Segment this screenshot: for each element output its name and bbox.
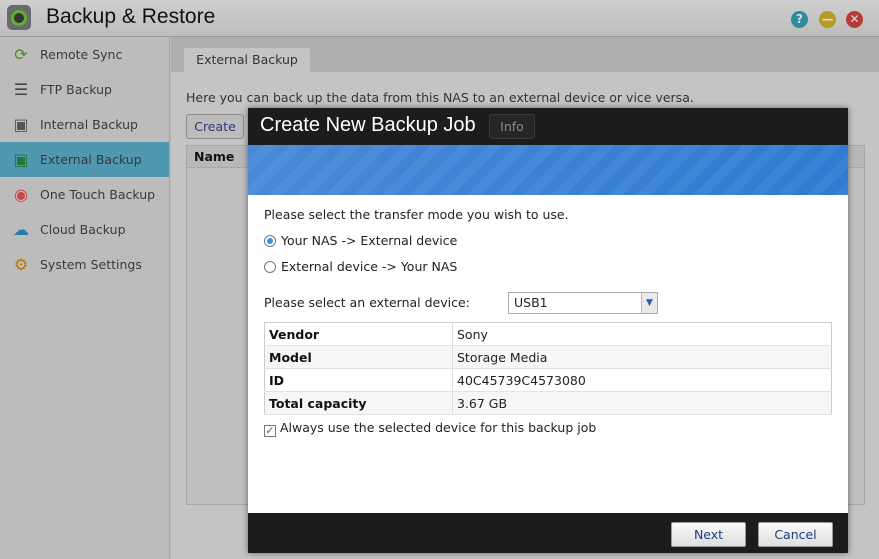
radio-selected[interactable] — [264, 235, 276, 247]
sidebar-item-ftp-backup[interactable]: ☰ FTP Backup — [0, 72, 169, 107]
sidebar-item-label: Remote Sync — [40, 47, 123, 62]
sidebar-item-label: FTP Backup — [40, 82, 112, 97]
create-button[interactable]: Create — [186, 114, 244, 139]
checkbox-label: Always use the selected device for this … — [280, 420, 597, 435]
device-select[interactable]: USB1 ▼ — [508, 292, 658, 314]
table-row: Model Storage Media — [264, 345, 832, 369]
table-row: ID 40C45739C4573080 — [264, 368, 832, 392]
row-value: 40C45739C4573080 — [452, 368, 832, 392]
sidebar: ⟳ Remote Sync ☰ FTP Backup ▣ Internal Backu… — [0, 37, 170, 559]
sidebar-item-external-backup[interactable]: ▣ External Backup — [0, 142, 169, 177]
sidebar-item-one-touch-backup[interactable]: ◉ One Touch Backup — [0, 177, 169, 212]
info-button[interactable]: Info — [489, 114, 535, 139]
row-key: Vendor — [264, 322, 453, 346]
device-info-table: Vendor Sony Model Storage Media ID 40C45739… — [264, 322, 832, 415]
dialog-title: Create New Backup Job — [248, 108, 848, 145]
app-logo-icon — [7, 5, 31, 30]
sync-icon: ⟳ — [14, 45, 28, 64]
sidebar-item-internal-backup[interactable]: ▣ Internal Backup — [0, 107, 169, 142]
sidebar-item-remote-sync[interactable]: ⟳ Remote Sync — [0, 37, 169, 72]
gear-icon: ⚙ — [13, 255, 29, 274]
help-icon[interactable]: ? — [791, 11, 808, 28]
radio-label: Your NAS -> External device — [281, 233, 458, 248]
ftp-icon: ☰ — [13, 80, 29, 99]
sidebar-item-cloud-backup[interactable]: ☁ Cloud Backup — [0, 212, 169, 247]
device-label: Please select an external device: — [264, 295, 470, 310]
table-row: Vendor Sony — [264, 322, 832, 346]
next-button[interactable]: Next — [671, 522, 746, 547]
table-row: Total capacity 3.67 GB — [264, 391, 832, 415]
external-drive-icon: ▣ — [13, 150, 29, 169]
cancel-button[interactable]: Cancel — [758, 522, 833, 547]
row-value: Storage Media — [452, 345, 832, 369]
dialog-footer: Next Cancel — [248, 513, 848, 553]
create-backup-job-dialog: Create New Backup Job Please select the … — [248, 108, 848, 553]
one-touch-icon: ◉ — [14, 185, 28, 204]
tab-external-backup[interactable]: External Backup — [183, 47, 311, 73]
minimize-icon[interactable]: — — [819, 11, 836, 28]
description: Here you can back up the data from this … — [186, 90, 694, 105]
radio-label: External device -> Your NAS — [281, 259, 458, 274]
mode-option-external-to-nas[interactable]: External device -> Your NAS — [264, 259, 457, 274]
sidebar-item-label: System Settings — [40, 257, 142, 272]
checkbox-checked[interactable]: ✓ — [264, 425, 276, 437]
cloud-icon: ☁ — [13, 220, 29, 239]
internal-drive-icon: ▣ — [13, 115, 29, 134]
device-select-value: USB1 — [514, 295, 548, 310]
sidebar-item-label: One Touch Backup — [40, 187, 156, 202]
title-bar: Backup & Restore ? — ✕ — [0, 0, 879, 37]
close-icon[interactable]: ✕ — [846, 11, 863, 28]
sidebar-item-label: Cloud Backup — [40, 222, 126, 237]
row-value: 3.67 GB — [452, 391, 832, 415]
mode-option-nas-to-external[interactable]: Your NAS -> External device — [264, 233, 457, 248]
always-use-device-checkbox-row[interactable]: ✓ Always use the selected device for this… — [264, 420, 596, 437]
row-key: Model — [264, 345, 453, 369]
row-key: Total capacity — [264, 391, 453, 415]
radio-unselected[interactable] — [264, 261, 276, 273]
sidebar-item-label: External Backup — [40, 152, 142, 167]
chevron-down-icon[interactable]: ▼ — [641, 293, 657, 313]
row-key: ID — [264, 368, 453, 392]
app-title: Backup & Restore — [46, 5, 216, 28]
dialog-body: Please select the transfer mode you wish… — [248, 195, 848, 513]
mode-prompt: Please select the transfer mode you wish… — [264, 207, 569, 222]
sidebar-item-system-settings[interactable]: ⚙ System Settings — [0, 247, 169, 282]
sidebar-item-label: Internal Backup — [40, 117, 138, 132]
row-value: Sony — [452, 322, 832, 346]
dialog-banner — [248, 145, 848, 195]
